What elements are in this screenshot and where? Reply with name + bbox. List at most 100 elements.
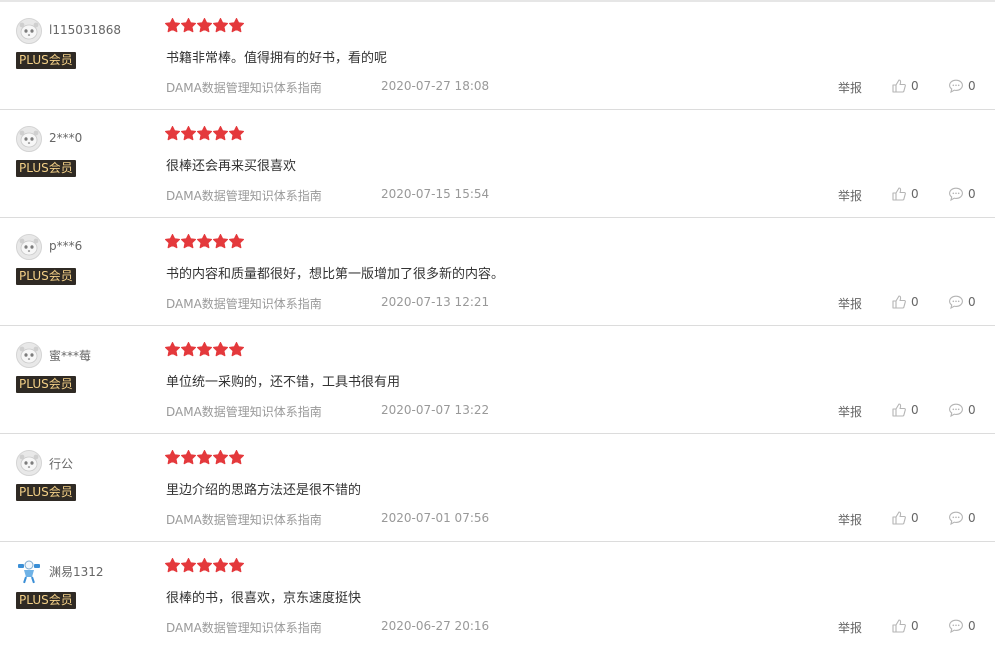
review-username[interactable]: 2***0 [49, 131, 82, 145]
default-avatar-icon[interactable] [16, 342, 42, 368]
like-button[interactable]: 0 [891, 509, 919, 527]
comment-count: 0 [968, 511, 976, 525]
review-username[interactable]: 渊易1312 [49, 563, 104, 580]
review-username[interactable]: l115031868 [49, 23, 121, 37]
review-content: 书的内容和质量都很好，想比第一版增加了很多新的内容。 [166, 267, 505, 282]
star-icon [229, 126, 244, 141]
default-avatar-icon[interactable] [16, 234, 42, 260]
review-time: 2020-07-13 12:21 [381, 295, 490, 309]
star-icon [165, 342, 180, 357]
like-button[interactable]: 0 [891, 77, 919, 95]
default-avatar-graphic [18, 344, 40, 366]
star-icon [197, 234, 212, 249]
like-button[interactable]: 0 [891, 185, 919, 203]
thumbs-up-icon [892, 403, 906, 417]
review-item: 蜜***莓 PLUS会员 单位统一采购的，还不错，工具书很有用 DAMA数据管理… [0, 326, 995, 434]
star-rating [165, 558, 244, 573]
review-time: 2020-07-01 07:56 [381, 511, 490, 525]
comment-count: 0 [968, 187, 976, 201]
review-username[interactable]: 蜜***莓 [49, 347, 91, 364]
comment-count: 0 [968, 403, 976, 417]
star-icon [213, 342, 228, 357]
star-icon [229, 234, 244, 249]
star-icon [165, 18, 180, 33]
thumbs-up-icon [892, 511, 906, 525]
review-item: l115031868 PLUS会员 书籍非常棒。值得拥有的好书，看的呢 DAMA… [0, 2, 995, 110]
product-name: DAMA数据管理知识体系指南 [166, 513, 322, 527]
comment-count: 0 [968, 295, 976, 309]
like-count: 0 [911, 511, 919, 525]
like-button[interactable]: 0 [891, 401, 919, 419]
review-username[interactable]: p***6 [49, 239, 82, 253]
star-icon [197, 18, 212, 33]
review-content: 里边介绍的思路方法还是很不错的 [166, 483, 362, 498]
figure-avatar-icon[interactable] [16, 558, 42, 584]
product-name: DAMA数据管理知识体系指南 [166, 621, 322, 635]
report-button[interactable]: 举报 [838, 79, 862, 96]
review-item: 行公 PLUS会员 里边介绍的思路方法还是很不错的 DAMA数据管理知识体系指南… [0, 434, 995, 542]
comment-button[interactable]: 0 [948, 293, 976, 311]
like-button[interactable]: 0 [891, 617, 919, 635]
star-icon [197, 450, 212, 465]
review-time: 2020-07-07 13:22 [381, 403, 490, 417]
comment-bubble-icon [949, 619, 963, 634]
default-avatar-graphic [18, 452, 40, 474]
star-rating [165, 126, 244, 141]
like-count: 0 [911, 403, 919, 417]
plus-member-badge: PLUS会员 [16, 484, 76, 501]
report-button[interactable]: 举报 [838, 403, 862, 420]
star-rating [165, 342, 244, 357]
comment-button[interactable]: 0 [948, 401, 976, 419]
report-button[interactable]: 举报 [838, 511, 862, 528]
star-icon [181, 558, 196, 573]
comment-button[interactable]: 0 [948, 509, 976, 527]
thumbs-up-icon [892, 79, 906, 93]
figure-avatar-graphic [18, 560, 40, 584]
review-item: 渊易1312 PLUS会员 很棒的书，很喜欢，京东速度挺快 DAMA数据管理知识… [0, 542, 995, 650]
comment-button[interactable]: 0 [948, 185, 976, 203]
product-name: DAMA数据管理知识体系指南 [166, 297, 322, 311]
review-content: 很棒的书，很喜欢，京东速度挺快 [166, 591, 362, 606]
comment-bubble-icon [949, 511, 963, 526]
default-avatar-graphic [18, 128, 40, 150]
product-name: DAMA数据管理知识体系指南 [166, 405, 322, 419]
comment-bubble-icon [949, 403, 963, 418]
default-avatar-graphic [18, 20, 40, 42]
report-button[interactable]: 举报 [838, 619, 862, 636]
comment-button[interactable]: 0 [948, 617, 976, 635]
star-icon [213, 450, 228, 465]
star-icon [181, 18, 196, 33]
plus-member-badge: PLUS会员 [16, 376, 76, 393]
star-icon [213, 126, 228, 141]
star-icon [197, 126, 212, 141]
like-button[interactable]: 0 [891, 293, 919, 311]
comment-bubble-icon [949, 187, 963, 202]
like-count: 0 [911, 79, 919, 93]
review-item: p***6 PLUS会员 书的内容和质量都很好，想比第一版增加了很多新的内容。 … [0, 218, 995, 326]
star-icon [213, 18, 228, 33]
star-icon [165, 126, 180, 141]
review-time: 2020-07-15 15:54 [381, 187, 490, 201]
star-icon [229, 18, 244, 33]
star-rating [165, 18, 244, 33]
thumbs-up-icon [892, 619, 906, 633]
comment-bubble-icon [949, 79, 963, 94]
report-button[interactable]: 举报 [838, 295, 862, 312]
review-content: 很棒还会再来买很喜欢 [166, 159, 297, 174]
comment-button[interactable]: 0 [948, 77, 976, 95]
review-content: 书籍非常棒。值得拥有的好书，看的呢 [166, 51, 388, 66]
star-icon [197, 342, 212, 357]
default-avatar-icon[interactable] [16, 450, 42, 476]
default-avatar-graphic [18, 236, 40, 258]
star-icon [229, 342, 244, 357]
comment-bubble-icon [949, 295, 963, 310]
star-icon [213, 558, 228, 573]
review-username[interactable]: 行公 [49, 455, 73, 472]
default-avatar-icon[interactable] [16, 126, 42, 152]
default-avatar-icon[interactable] [16, 18, 42, 44]
thumbs-up-icon [892, 295, 906, 309]
plus-member-badge: PLUS会员 [16, 592, 76, 609]
comment-count: 0 [968, 79, 976, 93]
plus-member-badge: PLUS会员 [16, 52, 76, 69]
report-button[interactable]: 举报 [838, 187, 862, 204]
